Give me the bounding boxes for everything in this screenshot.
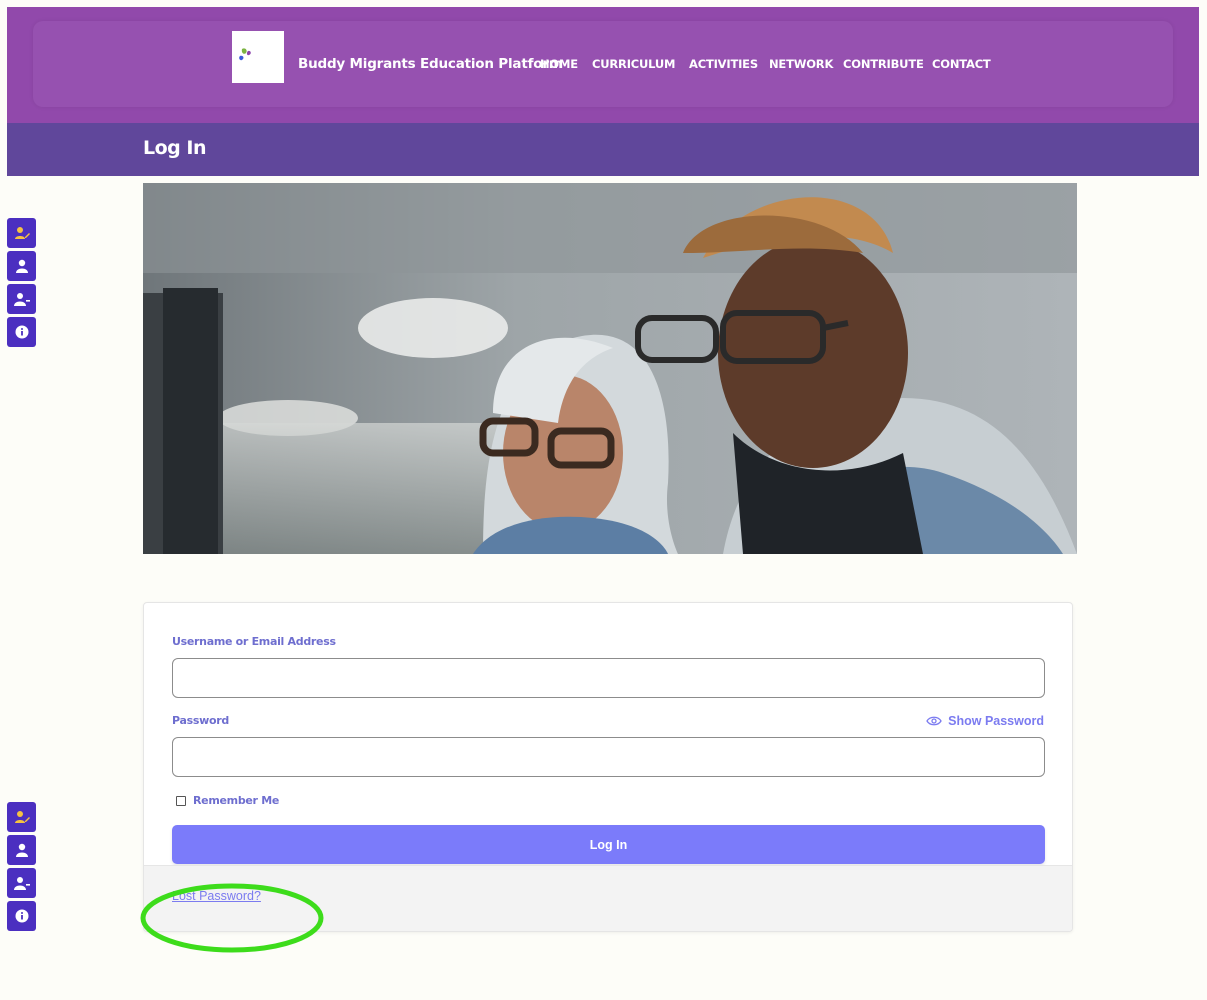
nav-contact[interactable]: CONTACT xyxy=(932,57,991,71)
info-icon xyxy=(15,909,28,923)
username-label: Username or Email Address xyxy=(172,635,336,648)
username-input[interactable] xyxy=(172,658,1045,698)
user-icon xyxy=(15,259,28,273)
user-minus-icon xyxy=(13,293,30,306)
login-button[interactable]: Log In xyxy=(172,825,1045,864)
info-icon xyxy=(15,325,28,339)
accessibility-toolbar-lower xyxy=(7,802,36,931)
user-edit-button[interactable] xyxy=(7,218,36,248)
password-input[interactable] xyxy=(172,737,1045,777)
user-button[interactable] xyxy=(7,835,36,865)
nav-network[interactable]: NETWORK xyxy=(769,57,833,71)
user-edit-icon xyxy=(14,227,30,239)
user-edit-icon xyxy=(14,811,30,823)
password-label: Password xyxy=(172,714,229,727)
remember-me-checkbox[interactable] xyxy=(176,795,186,806)
user-minus-button[interactable] xyxy=(7,284,36,314)
remember-me-label: Remember Me xyxy=(193,794,280,807)
eye-icon xyxy=(926,716,942,726)
highlight-circle xyxy=(140,883,324,953)
info-button[interactable] xyxy=(7,901,36,931)
user-icon xyxy=(15,843,28,857)
nav-activities[interactable]: ACTIVITIES xyxy=(689,57,758,71)
show-password-toggle[interactable]: Show Password xyxy=(926,714,1044,728)
nav-home[interactable]: HOME xyxy=(540,57,578,71)
page-title-bar: Log In xyxy=(7,123,1199,176)
hero-image xyxy=(143,183,1077,554)
info-button[interactable] xyxy=(7,317,36,347)
logo-graphic xyxy=(238,48,278,65)
remember-me[interactable]: Remember Me xyxy=(176,794,279,807)
site-logo[interactable] xyxy=(232,31,284,83)
user-minus-icon xyxy=(13,877,30,890)
user-edit-button[interactable] xyxy=(7,802,36,832)
brand-name[interactable]: Buddy Migrants Education Platform xyxy=(298,56,563,72)
user-minus-button[interactable] xyxy=(7,868,36,898)
nav-curriculum[interactable]: CURRICULUM xyxy=(592,57,675,71)
nav-contribute[interactable]: CONTRIBUTE xyxy=(843,57,924,71)
page-title: Log In xyxy=(143,137,206,159)
show-password-label: Show Password xyxy=(948,714,1044,728)
accessibility-toolbar xyxy=(7,218,36,347)
user-button[interactable] xyxy=(7,251,36,281)
